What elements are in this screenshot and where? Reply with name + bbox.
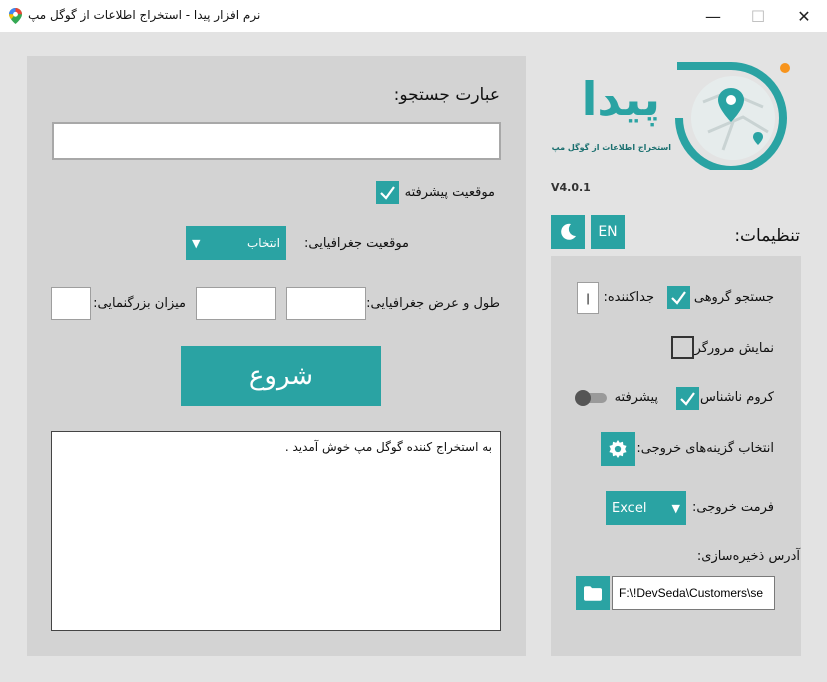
folder-icon [584,585,602,601]
geo-location-selected: انتخاب [247,236,280,250]
show-browser-checkbox[interactable] [671,336,694,359]
advanced-toggle[interactable] [575,390,609,406]
zoom-input[interactable] [51,287,91,320]
dropdown-chevron-icon: ▼ [192,236,201,250]
moon-icon [561,223,576,240]
browse-folder-button[interactable] [576,576,610,610]
log-box: به استخراج کننده گوگل مپ خوش آمدید . [51,431,501,631]
dropdown-chevron-icon: ▼ [671,501,680,515]
save-path-input[interactable] [612,576,775,610]
geo-location-label: موقعیت جغرافیایی: [303,236,409,251]
settings-title: تنظیمات: [734,226,800,246]
theme-toggle-button[interactable] [551,215,585,249]
advanced-toggle-label: پیشرفته [614,390,658,405]
search-label: عبارت جستجو: [393,85,500,105]
brand-logo [673,62,791,174]
version-label: V4.0.1 [551,181,591,194]
output-format-value: Excel [612,500,647,516]
advanced-location-checkbox[interactable] [376,181,399,204]
show-browser-label: نمایش مرورگر [694,341,774,356]
gear-icon [609,440,627,458]
window-title: نرم افزار پیدا - استخراج اطلاعات از گوگل… [28,8,261,22]
output-format-label: فرمت خروجی: [692,500,774,515]
checkmark-icon [671,291,686,305]
output-options-button[interactable] [601,432,635,466]
zoom-label: میزان بزرگنمایی: [93,296,186,311]
log-line: به استخراج کننده گوگل مپ خوش آمدید . [284,440,492,454]
separator-label: جداکننده: [603,290,654,305]
checkmark-icon [680,392,695,406]
save-path-label: آدرس ذخیره‌سازی: [696,549,800,564]
brand-tagline: استخراج اطلاعات از گوگل مپ [551,143,671,152]
close-button[interactable]: ✕ [781,0,827,32]
longitude-input[interactable] [196,287,276,320]
title-bar: نرم افزار پیدا - استخراج اطلاعات از گوگل… [0,0,827,32]
group-search-label: جستجو گروهی [693,290,774,305]
search-input[interactable] [52,122,501,160]
start-button[interactable]: شروع [181,346,381,406]
geo-location-dropdown[interactable]: ▼ انتخاب [186,226,286,260]
group-search-checkbox[interactable] [667,286,690,309]
map-pin-icon [9,8,22,24]
checkmark-icon [380,186,395,200]
latitude-input[interactable] [286,287,366,320]
incognito-checkbox[interactable] [676,387,699,410]
language-button[interactable]: EN [591,215,625,249]
brand-name: پیدا [581,72,660,126]
latlng-label: طول و عرض جغرافیایی: [366,296,500,311]
minimize-button[interactable]: — [690,0,736,32]
separator-input[interactable] [577,282,599,314]
incognito-label: کروم ناشناس [699,390,774,405]
advanced-location-label: موقعیت پیشرفته [404,185,495,200]
output-options-label: انتخاب گزینه‌های خروجی: [636,441,774,456]
maximize-button[interactable]: ☐ [735,0,781,32]
output-format-dropdown[interactable]: ▼ Excel [606,491,686,525]
